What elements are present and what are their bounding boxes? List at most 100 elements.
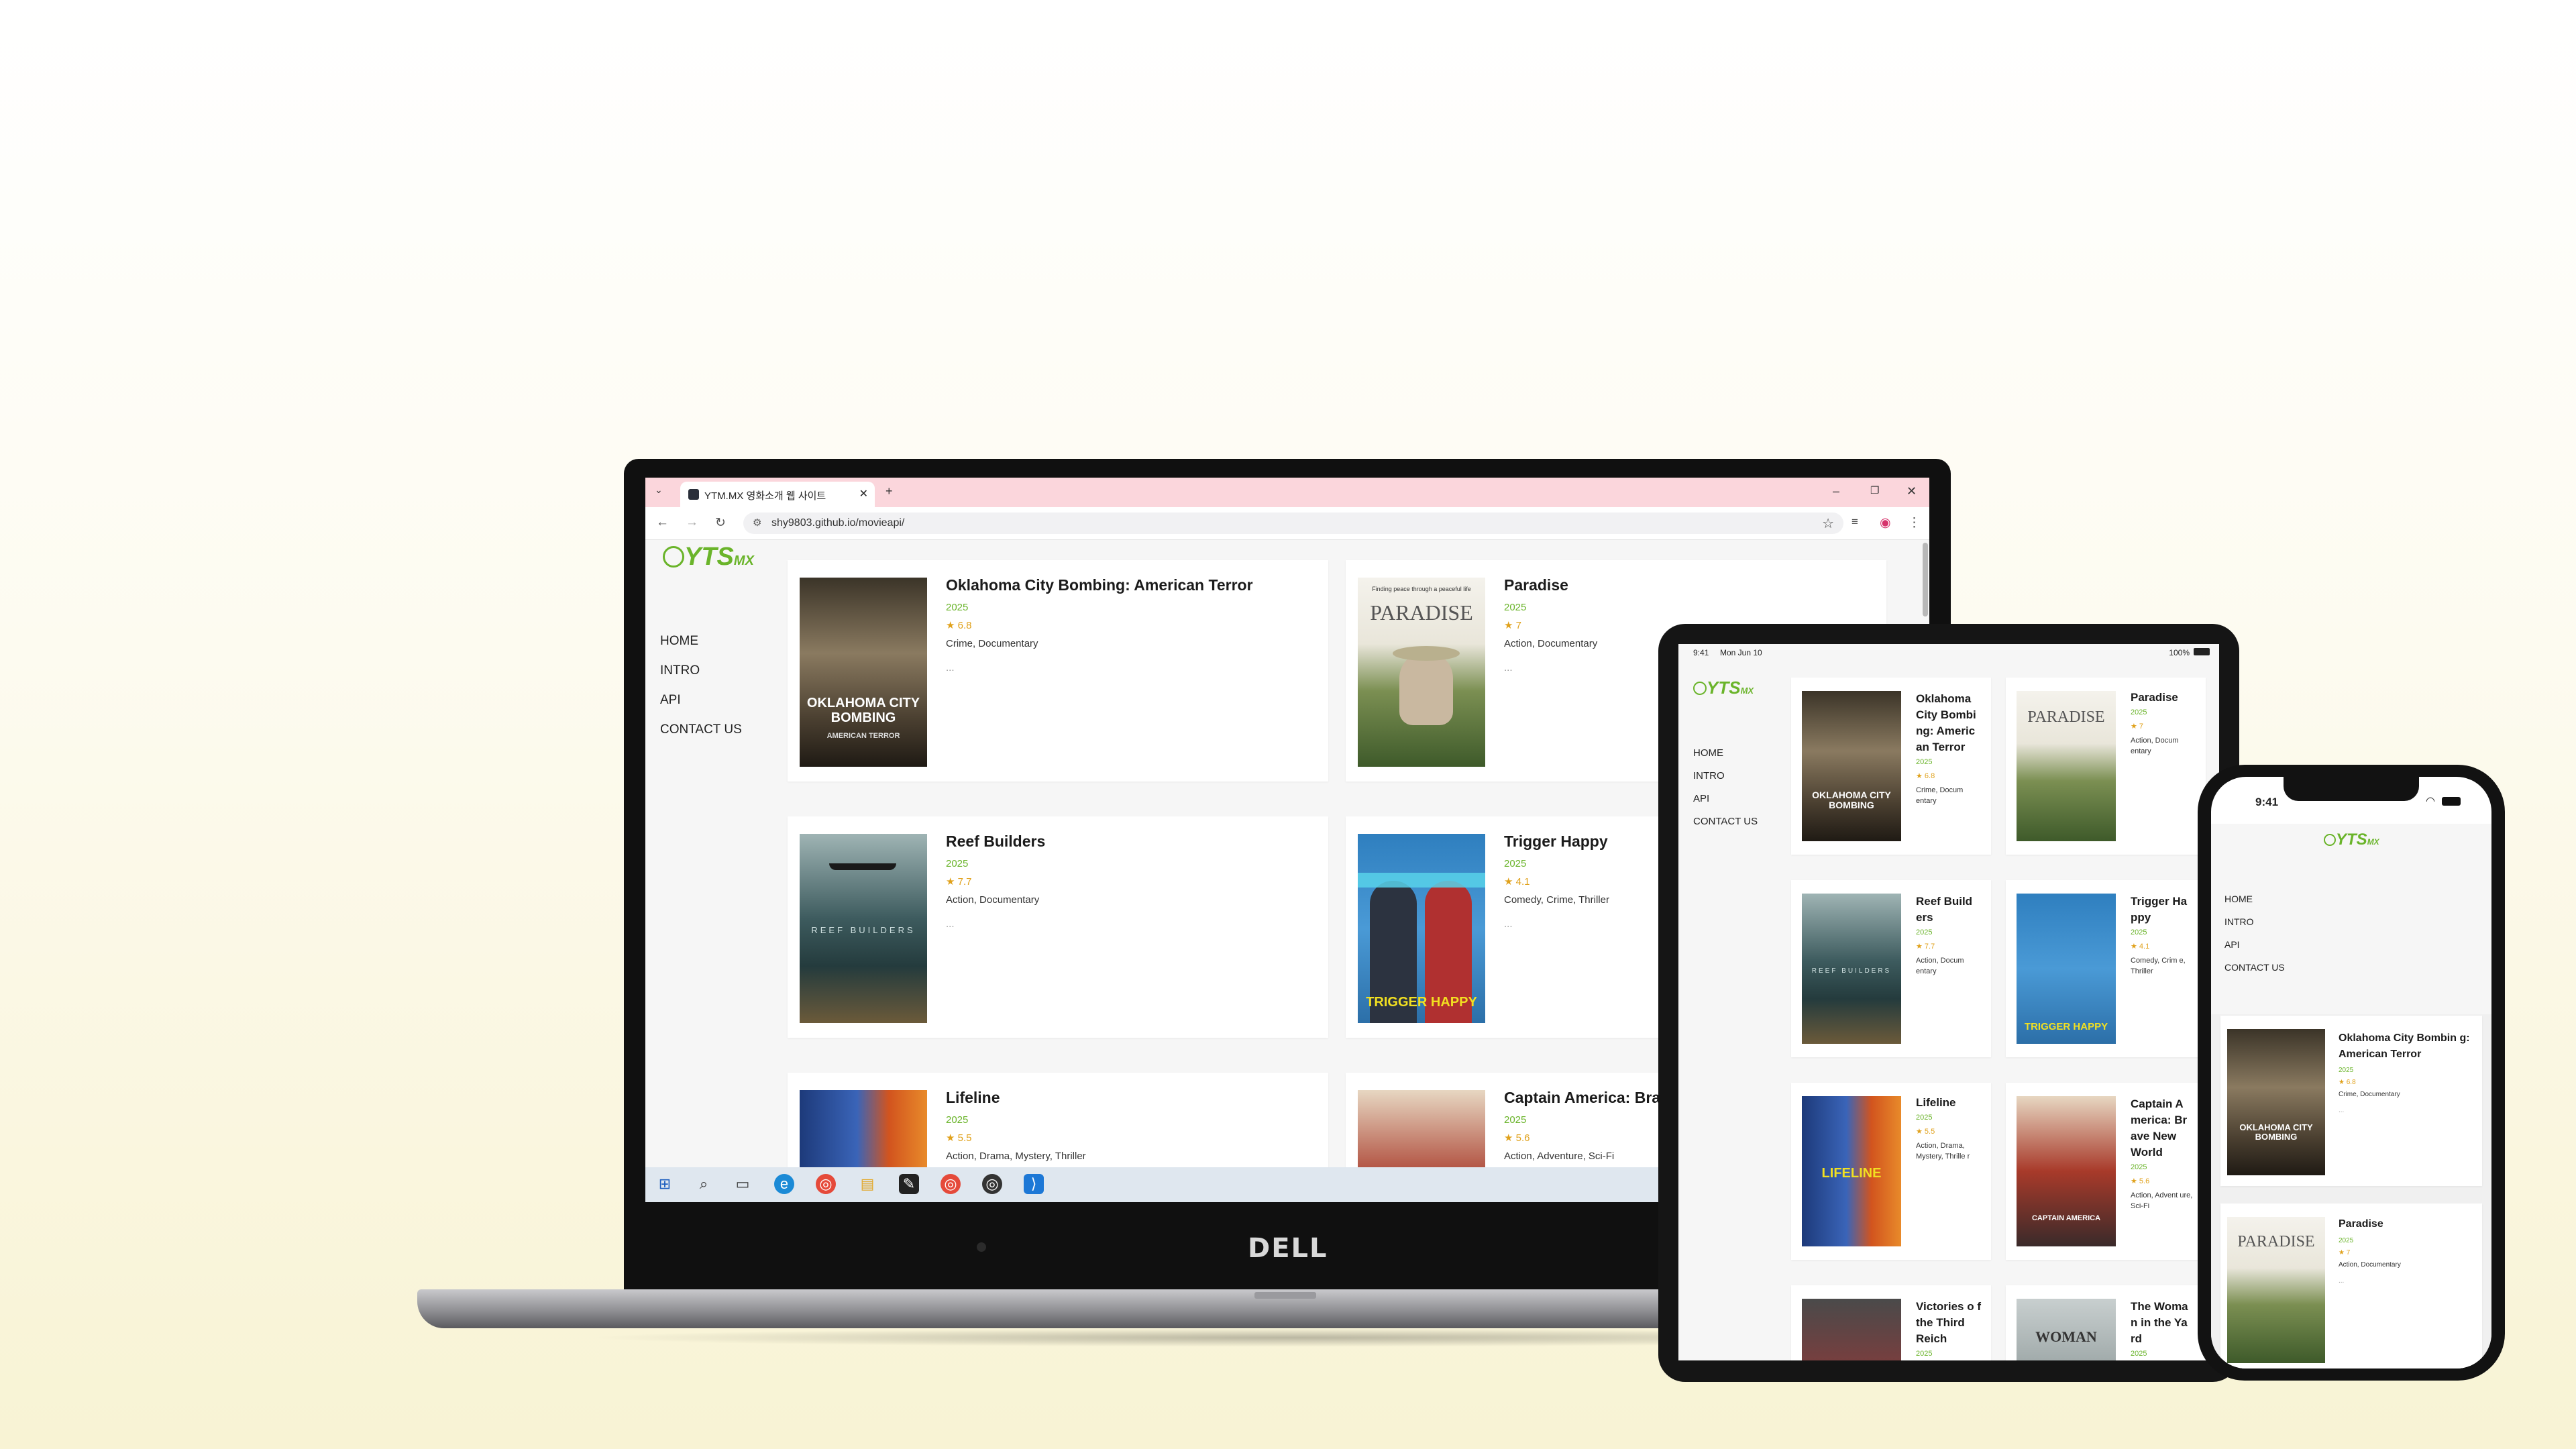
movie-title[interactable]: Oklahoma City Bombi ng: Americ an Terror [1916, 691, 1983, 755]
menu-intro[interactable]: INTRO [2224, 916, 2254, 927]
menu-api[interactable]: API [1693, 793, 1709, 804]
menu-intro[interactable]: INTRO [660, 663, 700, 678]
edge-icon[interactable]: e [774, 1174, 794, 1194]
menu-intro[interactable]: INTRO [1693, 770, 1725, 782]
windows-start-icon[interactable]: ⊞ [655, 1174, 675, 1194]
bookmark-star-icon[interactable]: ☆ [1822, 515, 1834, 532]
logo-icon [663, 546, 684, 568]
movie-more[interactable]: ... [1504, 662, 1513, 674]
movie-title[interactable]: Lifeline [946, 1089, 1000, 1107]
poster-band [1358, 873, 1485, 888]
restore-icon[interactable]: ❐ [1870, 484, 1879, 496]
movie-card[interactable]: OKLAHOMA CITY BOMBING Oklahoma City Bomb… [1791, 678, 1991, 855]
back-icon[interactable]: ← [656, 515, 669, 530]
browser-tab[interactable]: YTM.MX 영화소개 웹 사이트 ✕ [680, 482, 875, 507]
new-tab-icon[interactable]: + [885, 484, 893, 498]
logo-suffix: MX [2367, 837, 2379, 847]
site-logo[interactable]: YTSMX [1693, 678, 1754, 698]
movie-rating: ★ 7.7 [946, 876, 972, 888]
movie-card[interactable]: PARADISE Paradise 2025 ★ 7 Action, Docum… [2220, 1203, 2482, 1368]
movie-title[interactable]: Captain A merica: Br ave New World [2131, 1096, 2198, 1161]
movie-poster: Finding peace through a peaceful life PA… [1358, 578, 1485, 767]
menu-api[interactable]: API [2224, 939, 2240, 950]
menu-contact[interactable]: CONTACT US [1693, 816, 1758, 827]
task-view-icon[interactable]: ▭ [733, 1174, 753, 1194]
sticky-notes-icon[interactable]: ✎ [899, 1174, 919, 1194]
movie-card[interactable]: CAPTAIN AMERICA Captain A merica: Br ave… [2006, 1083, 2206, 1260]
movie-more[interactable]: ... [2339, 1277, 2344, 1285]
minimize-icon[interactable]: – [1833, 484, 1839, 498]
chrome-menu-icon[interactable]: ⋮ [1908, 515, 1921, 531]
movie-rating: ★ 5.5 [1916, 1128, 1935, 1136]
tab-title: YTM.MX 영화소개 웹 사이트 [704, 490, 826, 502]
menu-api[interactable]: API [660, 693, 681, 708]
site-info-icon[interactable]: ⚙ [753, 517, 761, 529]
movie-year: 2025 [2131, 1163, 2147, 1171]
file-explorer-icon[interactable]: ▤ [857, 1174, 877, 1194]
movie-title[interactable]: Lifeline [1916, 1096, 1983, 1110]
laptop-hinge-notch [1254, 1292, 1316, 1299]
movie-title[interactable]: Paradise [2131, 691, 2198, 704]
movie-title[interactable]: Captain America: Brav [1504, 1089, 1669, 1107]
logo-text: YTS [684, 543, 734, 571]
movie-more[interactable]: ... [946, 918, 955, 930]
site-logo[interactable]: YTSMX [2324, 830, 2379, 849]
profile-icon[interactable]: ◉ [1880, 515, 1891, 531]
chrome-dev-icon[interactable]: ◎ [982, 1174, 1002, 1194]
movie-title[interactable]: The Woma n in the Ya rd [2131, 1299, 2198, 1347]
movie-more[interactable]: ... [1504, 918, 1513, 930]
logo-text: YTS [2336, 830, 2367, 849]
chrome-icon[interactable]: ◎ [816, 1174, 836, 1194]
address-bar[interactable]: ⚙ shy9803.github.io/movieapi/ ☆ [743, 513, 1843, 534]
tablet-status-bar: 9:41 Mon Jun 10 100% [1678, 644, 2219, 661]
movie-title[interactable]: Paradise [1504, 576, 1568, 594]
movie-year: 2025 [1916, 758, 1933, 766]
movie-card[interactable]: OKLAHOMA CITY BOMBING AMERICAN TERROR Ok… [788, 560, 1328, 782]
poster-title: TRIGGER HAPPY [1366, 995, 1477, 1010]
movie-card[interactable]: WOMAN The Woma n in the Ya rd 2025 [2006, 1285, 2206, 1360]
movie-title[interactable]: Reef Builders [946, 833, 1045, 851]
search-icon[interactable]: ⌕ [694, 1174, 714, 1194]
tab-close-icon[interactable]: ✕ [859, 487, 868, 500]
movie-year: 2025 [2339, 1067, 2354, 1074]
movie-card[interactable]: REEF BUILDERS Reef Build ers 2025 ★ 7.7 … [1791, 880, 1991, 1057]
movie-poster: OKLAHOMA CITY BOMBING [1802, 691, 1901, 841]
movie-more[interactable]: ... [2339, 1107, 2344, 1114]
movie-title[interactable]: Victories o f the Third Reich [1916, 1299, 1983, 1347]
movie-poster: TRIGGER HAPPY [1358, 834, 1485, 1023]
site-logo[interactable]: YTSMX [663, 543, 754, 572]
media-icon[interactable]: ≡ [1851, 515, 1858, 529]
battery-icon [2442, 797, 2461, 806]
movie-card[interactable]: OKLAHOMA CITY BOMBING Oklahoma City Bomb… [2220, 1016, 2482, 1186]
movie-card[interactable]: REEF BUILDERS Reef Builders 2025 ★ 7.7 A… [788, 816, 1328, 1038]
scrollbar[interactable] [1923, 543, 1928, 616]
menu-contact[interactable]: CONTACT US [660, 722, 742, 737]
chrome-profile-icon[interactable]: ◎ [941, 1174, 961, 1194]
movie-genres: Crime, Documentary [2339, 1091, 2400, 1098]
movie-title[interactable]: Trigger Ha ppy [2131, 894, 2198, 926]
reload-icon[interactable]: ↻ [715, 515, 726, 531]
tab-search-icon[interactable]: ⌄ [655, 484, 663, 496]
movie-title[interactable]: Trigger Happy [1504, 833, 1608, 851]
movie-rating: ★ 5.6 [1504, 1132, 1530, 1144]
movie-genres: Action, Adventure, Sci-Fi [1504, 1150, 1615, 1162]
movie-year: 2025 [946, 858, 969, 869]
menu-home[interactable]: HOME [660, 634, 698, 649]
menu-contact[interactable]: CONTACT US [2224, 962, 2285, 973]
address-row: ← → ↻ ⚙ shy9803.github.io/movieapi/ ☆ ≡ … [645, 507, 1929, 540]
movie-card[interactable]: Victories o f the Third Reich 2025 [1791, 1285, 1991, 1360]
close-window-icon[interactable]: ✕ [1907, 484, 1917, 498]
movie-title[interactable]: Oklahoma City Bombin g: American Terror [2339, 1030, 2473, 1063]
movie-more[interactable]: ... [946, 662, 955, 674]
phone-screen: 9:41 ◠ YTSMX HOME INTRO API CONTACT US O… [2211, 777, 2491, 1368]
movie-title[interactable]: Paradise [2339, 1218, 2383, 1230]
movie-title[interactable]: Reef Build ers [1916, 894, 1983, 926]
vscode-icon[interactable]: ⟩ [1024, 1174, 1044, 1194]
movie-card[interactable]: TRIGGER HAPPY Trigger Ha ppy 2025 ★ 4.1 … [2006, 880, 2206, 1057]
menu-home[interactable]: HOME [1693, 747, 1723, 759]
movie-card[interactable]: PARADISE Paradise 2025 ★ 7 Action, Docum… [2006, 678, 2206, 855]
movie-card[interactable]: LIFELINE Lifeline 2025 ★ 5.5 Action, Dra… [1791, 1083, 1991, 1260]
menu-home[interactable]: HOME [2224, 894, 2253, 904]
movie-title[interactable]: Oklahoma City Bombing: American Terror [946, 576, 1253, 594]
forward-icon[interactable]: → [686, 515, 698, 530]
